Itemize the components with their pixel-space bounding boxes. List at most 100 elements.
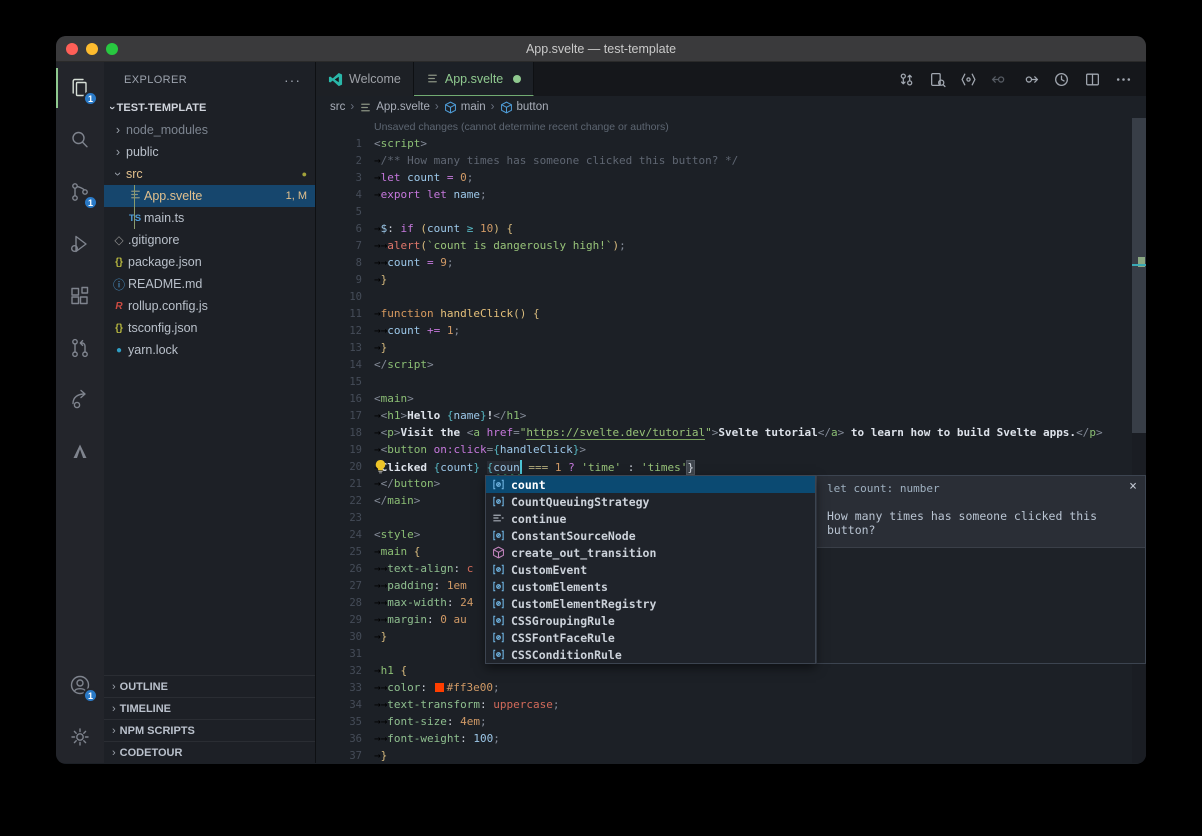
code-line-5[interactable]: 5 bbox=[316, 203, 1146, 220]
open-changes-with-preview-icon[interactable] bbox=[929, 71, 946, 88]
activity-azure-icon[interactable] bbox=[56, 426, 104, 478]
code-line-33[interactable]: 33→→color: #ff3e00; bbox=[316, 679, 1146, 696]
activity-extensions-icon[interactable] bbox=[56, 270, 104, 322]
suggest-item-cssfontfacerule[interactable]: CSSFontFaceRule bbox=[486, 629, 815, 646]
code-line-10[interactable]: 10 bbox=[316, 288, 1146, 305]
code-line-11[interactable]: 11→function handleClick() { bbox=[316, 305, 1146, 322]
file-tree-item-rollup-config-js[interactable]: Rrollup.config.js bbox=[104, 295, 315, 317]
file-tree-item-readme-md[interactable]: ⓘREADME.md bbox=[104, 273, 315, 295]
toggle-file-blame-icon[interactable] bbox=[960, 71, 977, 88]
breadcrumb-item-src[interactable]: src bbox=[330, 101, 345, 113]
code-line-32[interactable]: 32→h1 { bbox=[316, 662, 1146, 679]
file-tree-item-package-json[interactable]: {}package.json bbox=[104, 251, 315, 273]
explorer-more-actions-icon[interactable]: ··· bbox=[284, 72, 301, 88]
file-history-icon[interactable] bbox=[1053, 71, 1070, 88]
breadcrumb-item-button[interactable]: button bbox=[500, 101, 549, 114]
lightbulb-icon[interactable] bbox=[374, 459, 387, 474]
next-change-icon[interactable] bbox=[1022, 71, 1039, 88]
code-line-34[interactable]: 34→→text-transform: uppercase; bbox=[316, 696, 1146, 713]
suggest-item-count[interactable]: count bbox=[486, 476, 815, 493]
breadcrumb-item-main[interactable]: main bbox=[444, 101, 486, 114]
close-icon[interactable]: × bbox=[1129, 479, 1137, 494]
line-content: →→text-align: c bbox=[374, 562, 473, 575]
code-line-2[interactable]: 2→/** How many times has someone clicked… bbox=[316, 152, 1146, 169]
activity-search-icon[interactable] bbox=[56, 114, 104, 166]
activity-github-pr-icon[interactable] bbox=[56, 322, 104, 374]
suggest-item-create_out_transition[interactable]: create_out_transition bbox=[486, 544, 815, 561]
activity-source-control-icon[interactable]: 1 bbox=[56, 166, 104, 218]
suggest-item-cssconditionrule[interactable]: CSSConditionRule bbox=[486, 646, 815, 663]
line-content: </script> bbox=[374, 358, 434, 371]
code-line-7[interactable]: 7→→alert(`count is dangerously high!`); bbox=[316, 237, 1146, 254]
close-window-button[interactable] bbox=[66, 43, 78, 55]
gitlens-compare-icon[interactable] bbox=[898, 71, 915, 88]
code-line-35[interactable]: 35→→font-size: 4em; bbox=[316, 713, 1146, 730]
code-line-1[interactable]: 1<script> bbox=[316, 135, 1146, 152]
code-editor[interactable]: countCountQueuingStrategycontinueConstan… bbox=[316, 118, 1146, 763]
line-number: 19 bbox=[316, 444, 362, 456]
line-number: 31 bbox=[316, 648, 362, 660]
suggest-item-cssgroupingrule[interactable]: CSSGroupingRule bbox=[486, 612, 815, 629]
activity-live-share-icon[interactable] bbox=[56, 374, 104, 426]
file-tree-item-main-ts[interactable]: TSmain.ts bbox=[104, 207, 315, 229]
line-content: →Clicked {count} {coun === 1 ? 'time' : … bbox=[374, 460, 694, 474]
file-tree-item-public[interactable]: ›public bbox=[104, 141, 315, 163]
suggest-item-customelementregistry[interactable]: CustomElementRegistry bbox=[486, 595, 815, 612]
suggest-item-constantsourcenode[interactable]: ConstantSourceNode bbox=[486, 527, 815, 544]
suggest-label: CSSFontFaceRule bbox=[511, 631, 615, 645]
code-line-18[interactable]: 18→<p>Visit the <a href="https://svelte.… bbox=[316, 424, 1146, 441]
maximize-window-button[interactable] bbox=[106, 43, 118, 55]
more-actions-icon[interactable] bbox=[1115, 71, 1132, 88]
suggest-item-countqueuingstrategy[interactable]: CountQueuingStrategy bbox=[486, 493, 815, 510]
activity-run-debug-icon[interactable] bbox=[56, 218, 104, 270]
suggest-item-customelements[interactable]: customElements bbox=[486, 578, 815, 595]
activity-explorer-icon[interactable]: 1 bbox=[56, 62, 104, 114]
editor-scrollbar[interactable] bbox=[1132, 118, 1146, 763]
file-tree-item-node-modules[interactable]: ›node_modules bbox=[104, 119, 315, 141]
previous-change-icon[interactable] bbox=[991, 71, 1008, 88]
scrollbar-thumb[interactable] bbox=[1132, 118, 1146, 433]
tab-app-svelte[interactable]: App.svelte bbox=[414, 62, 534, 96]
minimize-window-button[interactable] bbox=[86, 43, 98, 55]
line-content: →h1 { bbox=[374, 664, 407, 677]
workspace-root-folder[interactable]: › TEST-TEMPLATE bbox=[104, 97, 315, 119]
code-line-19[interactable]: 19→<button on:click={handleClick}> bbox=[316, 441, 1146, 458]
sidebar-panel-npm-scripts[interactable]: ›NPM SCRIPTS bbox=[104, 719, 315, 741]
sidebar-panel-codetour[interactable]: ›CODETOUR bbox=[104, 741, 315, 763]
file-tree-item-yarn-lock[interactable]: ●yarn.lock bbox=[104, 339, 315, 361]
suggest-item-customevent[interactable]: CustomEvent bbox=[486, 561, 815, 578]
tab-welcome[interactable]: Welcome bbox=[316, 62, 414, 96]
code-line-4[interactable]: 4→export let name; bbox=[316, 186, 1146, 203]
split-editor-icon[interactable] bbox=[1084, 71, 1101, 88]
suggest-item-continue[interactable]: continue bbox=[486, 510, 815, 527]
code-line-13[interactable]: 13→} bbox=[316, 339, 1146, 356]
code-line-12[interactable]: 12→→count += 1; bbox=[316, 322, 1146, 339]
file-tree-item--gitignore[interactable]: ◇.gitignore bbox=[104, 229, 315, 251]
code-line-17[interactable]: 17→<h1>Hello {name}!</h1> bbox=[316, 407, 1146, 424]
code-line-3[interactable]: 3→let count = 0; bbox=[316, 169, 1146, 186]
code-line-9[interactable]: 9→} bbox=[316, 271, 1146, 288]
code-line-16[interactable]: 16<main> bbox=[316, 390, 1146, 407]
file-tree-item-src[interactable]: ›src● bbox=[104, 163, 315, 185]
file-label: package.json bbox=[128, 255, 202, 269]
chevron-right-icon: › bbox=[112, 725, 116, 737]
code-line-14[interactable]: 14</script> bbox=[316, 356, 1146, 373]
code-line-20[interactable]: 20→Clicked {count} {coun === 1 ? 'time' … bbox=[316, 458, 1146, 475]
activity-settings-icon[interactable] bbox=[56, 711, 104, 763]
sidebar-panel-outline[interactable]: ›OUTLINE bbox=[104, 675, 315, 697]
line-number: 3 bbox=[316, 172, 362, 184]
code-line-36[interactable]: 36→→font-weight: 100; bbox=[316, 730, 1146, 747]
code-line-6[interactable]: 6→$: if (count ≥ 10) { bbox=[316, 220, 1146, 237]
line-content: →$: if (count ≥ 10) { bbox=[374, 222, 513, 235]
breadcrumb-item-app-svelte[interactable]: App.svelte bbox=[359, 101, 430, 114]
file-tree-item-app-svelte[interactable]: App.svelte1, M bbox=[104, 185, 315, 207]
code-line-8[interactable]: 8→→count = 9; bbox=[316, 254, 1146, 271]
sidebar-title: EXPLORER bbox=[124, 74, 187, 86]
code-line-37[interactable]: 37→} bbox=[316, 747, 1146, 763]
activity-account-icon[interactable]: 1 bbox=[56, 659, 104, 711]
file-tree-item-tsconfig-json[interactable]: {}tsconfig.json bbox=[104, 317, 315, 339]
line-number: 27 bbox=[316, 580, 362, 592]
sidebar-panel-timeline[interactable]: ›TIMELINE bbox=[104, 697, 315, 719]
line-number: 4 bbox=[316, 189, 362, 201]
code-line-15[interactable]: 15 bbox=[316, 373, 1146, 390]
